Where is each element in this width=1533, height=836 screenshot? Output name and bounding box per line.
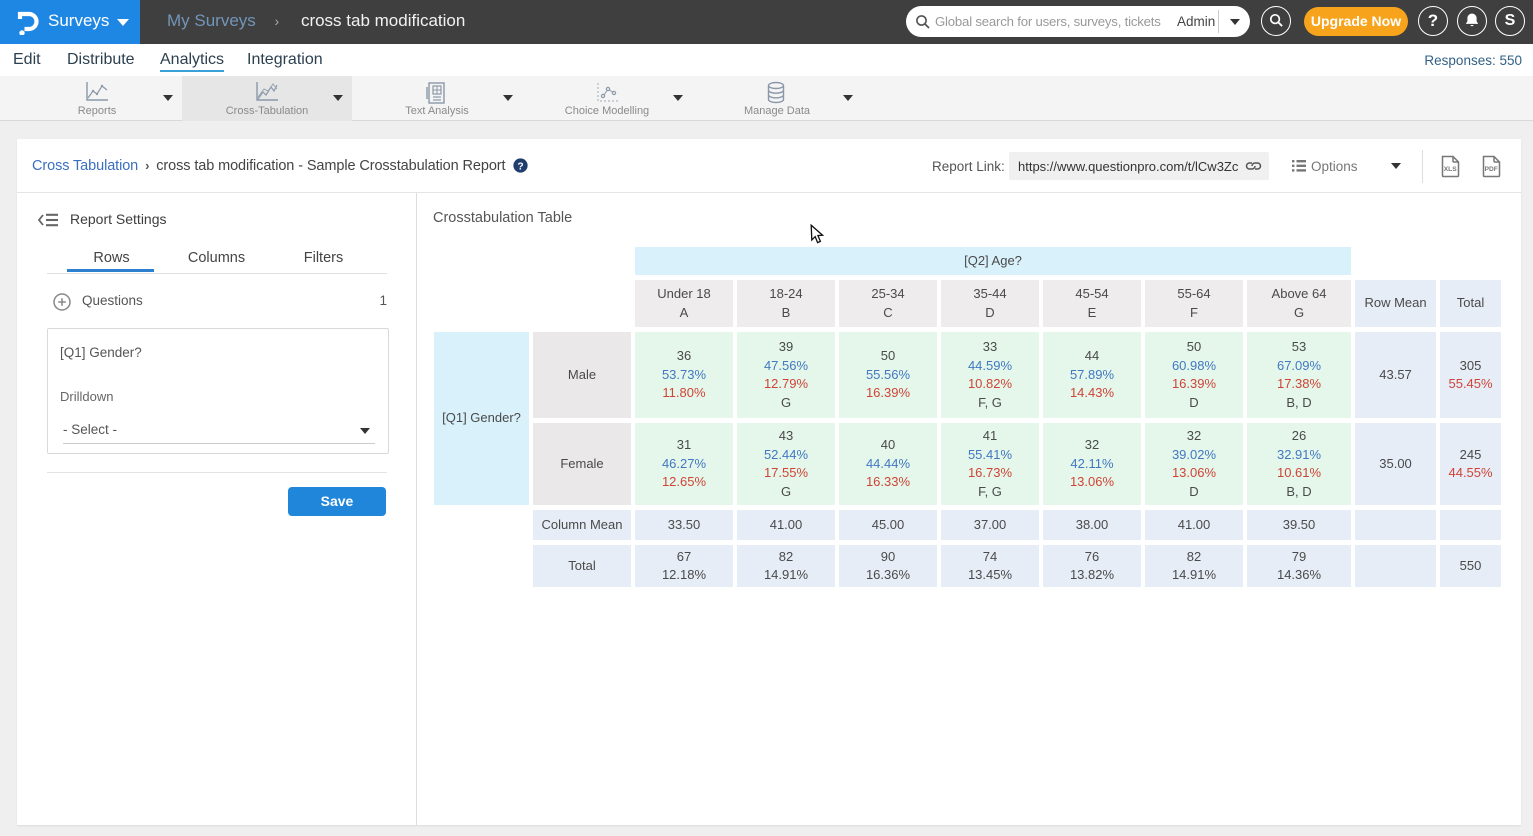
svg-text:XLS: XLS bbox=[1444, 166, 1457, 173]
svg-text:?: ? bbox=[518, 161, 524, 172]
svg-text:PDF: PDF bbox=[1485, 166, 1498, 173]
